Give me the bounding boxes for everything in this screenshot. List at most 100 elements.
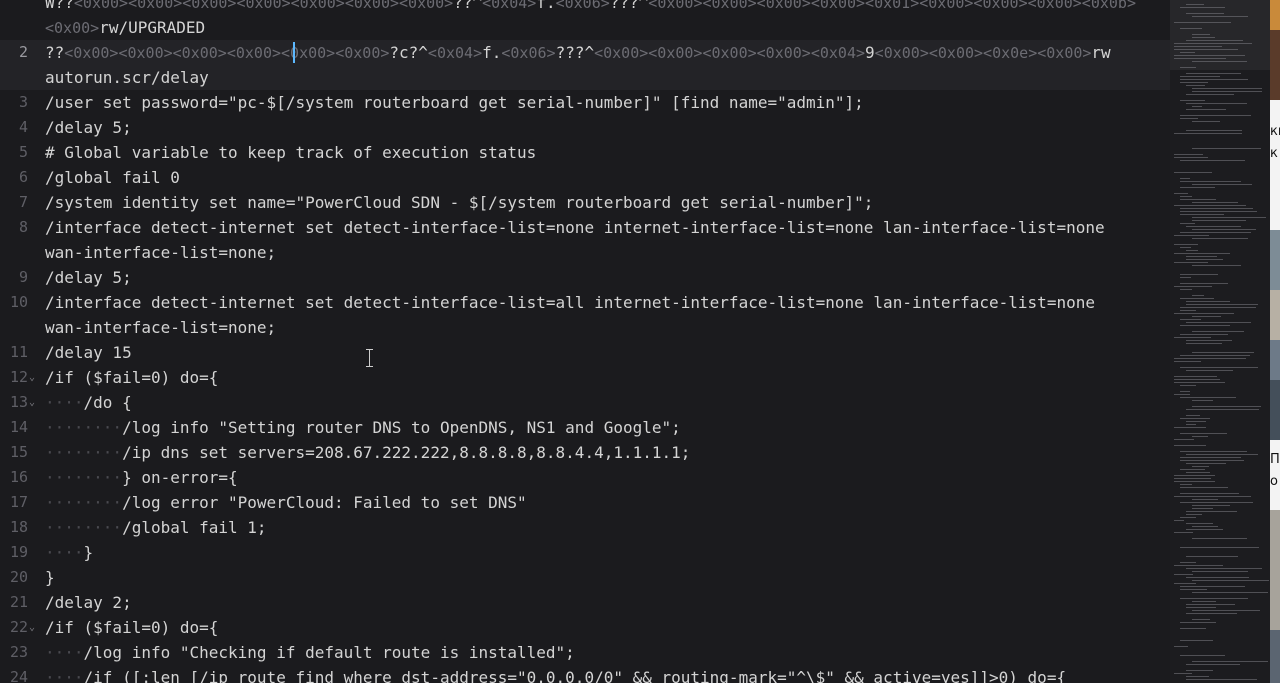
line-code[interactable]: /delay 5; bbox=[45, 265, 132, 290]
line-code[interactable]: /interface detect-internet set detect-in… bbox=[45, 215, 1105, 240]
control-char: <0x00> bbox=[928, 44, 984, 62]
line-code[interactable]: ····} bbox=[45, 540, 93, 565]
code-line[interactable]: 4/delay 5; bbox=[0, 115, 1170, 140]
strip-text: о bbox=[1270, 472, 1280, 492]
minimap-line bbox=[1180, 397, 1236, 398]
line-code[interactable]: wan-interface-list=none; bbox=[45, 240, 276, 265]
minimap-line bbox=[1174, 439, 1194, 440]
minimap-line bbox=[1180, 334, 1228, 335]
code-line[interactable]: wan-interface-list=none; bbox=[0, 315, 1170, 340]
code-line[interactable]: 7/system identity set name="PowerCloud S… bbox=[0, 190, 1170, 215]
line-code[interactable]: wan-interface-list=none; bbox=[45, 315, 276, 340]
code-line[interactable]: 12 ⌄ /if ($fail=0) do={ bbox=[0, 365, 1170, 390]
line-code[interactable]: ········/global fail 1; bbox=[45, 515, 267, 540]
line-code[interactable]: /delay 15 bbox=[45, 340, 132, 365]
control-char: <0x04> bbox=[810, 44, 866, 62]
minimap-line bbox=[1186, 130, 1242, 131]
minimap-line bbox=[1180, 622, 1216, 623]
line-code[interactable]: ····/log info "Checking if default route… bbox=[45, 640, 575, 665]
minimap-line bbox=[1180, 7, 1225, 8]
line-code[interactable]: ········/log info "Setting router DNS to… bbox=[45, 415, 681, 440]
code-line[interactable]: W??<0x00><0x00><0x00><0x00><0x00><0x00><… bbox=[0, 0, 1170, 15]
code-line[interactable]: 11/delay 15 bbox=[0, 340, 1170, 365]
line-number: 5 bbox=[18, 143, 28, 161]
code-line[interactable]: 16 ········} on-error={ bbox=[0, 465, 1170, 490]
minimap-line bbox=[1192, 400, 1213, 401]
code-line[interactable]: 20} bbox=[0, 565, 1170, 590]
minimap-line bbox=[1192, 61, 1247, 62]
minimap-line bbox=[1174, 43, 1252, 44]
line-code[interactable]: ····/if ([:len [/ip route find where dst… bbox=[45, 665, 1066, 683]
line-code[interactable]: /user set password="pc-$[/system routerb… bbox=[45, 90, 864, 115]
line-code[interactable]: <0x00>rw/UPGRADED bbox=[45, 15, 205, 41]
code-line[interactable]: 23 ····/log info "Checking if default rou… bbox=[0, 640, 1170, 665]
minimap-line bbox=[1174, 205, 1246, 206]
code-line[interactable]: 9/delay 5; bbox=[0, 265, 1170, 290]
code-text: ?? bbox=[45, 43, 65, 62]
code-line[interactable]: 2 ??<0x00><0x00><0x00><0x00><0x00><0x00>?… bbox=[0, 40, 1170, 65]
line-code[interactable]: /interface detect-internet set detect-in… bbox=[45, 290, 1095, 315]
line-code[interactable]: /delay 5; bbox=[45, 115, 132, 140]
minimap-line bbox=[1186, 304, 1258, 305]
code-editor[interactable]: W??<0x00><0x00><0x00><0x00><0x00><0x00><… bbox=[0, 0, 1170, 683]
line-code[interactable]: W??<0x00><0x00><0x00><0x00><0x00><0x00><… bbox=[45, 0, 1136, 16]
minimap-line bbox=[1180, 433, 1227, 434]
code-text: } bbox=[83, 543, 94, 562]
line-code[interactable]: /global fail 0 bbox=[45, 165, 180, 190]
whitespace-marker: ···· bbox=[45, 643, 84, 662]
line-code[interactable]: autorun.scr/delay bbox=[45, 65, 209, 90]
line-code[interactable]: # Global variable to keep track of execu… bbox=[45, 140, 536, 165]
code-line[interactable]: 19 ····} bbox=[0, 540, 1170, 565]
line-code[interactable]: ····/do { bbox=[45, 390, 132, 415]
whitespace-marker: ········ bbox=[45, 493, 123, 512]
code-line[interactable]: 15 ········/ip dns set servers=208.67.222… bbox=[0, 440, 1170, 465]
background-window-strip: ки к Пр о bbox=[1270, 0, 1280, 683]
line-code[interactable]: } bbox=[45, 565, 55, 590]
code-line[interactable]: <0x00>rw/UPGRADED bbox=[0, 15, 1170, 40]
code-line[interactable]: 17 ········/log error "PowerCloud: Failed… bbox=[0, 490, 1170, 515]
minimap-line bbox=[1174, 520, 1184, 521]
fold-chevron-icon[interactable]: ⌄ bbox=[29, 390, 35, 415]
fold-chevron-icon[interactable]: ⌄ bbox=[29, 615, 35, 640]
line-code[interactable]: ········/log error "PowerCloud: Failed t… bbox=[45, 490, 527, 515]
control-char: <0x00> bbox=[226, 44, 282, 62]
code-line[interactable]: 24 ····/if ([:len [/ip route find where d… bbox=[0, 665, 1170, 683]
code-text: autorun.scr/delay bbox=[45, 68, 209, 87]
code-line[interactable]: 14 ········/log info "Setting router DNS … bbox=[0, 415, 1170, 440]
line-code[interactable]: /system identity set name="PowerCloud SD… bbox=[45, 190, 873, 215]
minimap-line bbox=[1192, 436, 1208, 437]
code-line[interactable]: 8/interface detect-internet set detect-i… bbox=[0, 215, 1170, 240]
code-text: f. bbox=[536, 0, 556, 12]
code-line[interactable]: 13 ⌄ ····/do { bbox=[0, 390, 1170, 415]
code-text: wan-interface-list=none; bbox=[45, 243, 277, 262]
minimap-line bbox=[1192, 526, 1218, 527]
code-text: ???^ bbox=[555, 43, 595, 62]
code-line[interactable]: 10/interface detect-internet set detect-… bbox=[0, 290, 1170, 315]
line-code[interactable]: ??<0x00><0x00><0x00><0x00><0x00><0x00>?c… bbox=[45, 40, 1111, 66]
minimap-line bbox=[1180, 160, 1245, 161]
code-line[interactable]: 6/global fail 0 bbox=[0, 165, 1170, 190]
control-char: <0x00> bbox=[919, 0, 974, 12]
line-code[interactable]: /if ($fail=0) do={ bbox=[45, 365, 218, 390]
line-code[interactable]: ········} on-error={ bbox=[45, 465, 238, 490]
minimap[interactable] bbox=[1170, 0, 1270, 683]
minimap-line bbox=[1186, 568, 1262, 569]
editor-lines[interactable]: W??<0x00><0x00><0x00><0x00><0x00><0x00><… bbox=[0, 0, 1170, 683]
line-number: 21 bbox=[9, 593, 28, 611]
minimap-line bbox=[1174, 358, 1246, 359]
minimap-line bbox=[1192, 592, 1268, 593]
minimap-viewport-slider[interactable] bbox=[1170, 0, 1270, 70]
line-code[interactable]: ········/ip dns set servers=208.67.222.2… bbox=[45, 440, 690, 465]
code-line[interactable]: 18 ········/global fail 1; bbox=[0, 515, 1170, 540]
minimap-line bbox=[1180, 211, 1257, 212]
code-line[interactable]: wan-interface-list=none; bbox=[0, 240, 1170, 265]
code-text: # Global variable to keep track of execu… bbox=[45, 143, 537, 162]
line-code[interactable]: /if ($fail=0) do={ bbox=[45, 615, 218, 640]
code-line[interactable]: autorun.scr/delay bbox=[0, 65, 1170, 90]
code-line[interactable]: 22 ⌄ /if ($fail=0) do={ bbox=[0, 615, 1170, 640]
line-code[interactable]: /delay 2; bbox=[45, 590, 132, 615]
code-line[interactable]: 21/delay 2; bbox=[0, 590, 1170, 615]
code-line[interactable]: 3/user set password="pc-$[/system router… bbox=[0, 90, 1170, 115]
code-line[interactable]: 5 # Global variable to keep track of exec… bbox=[0, 140, 1170, 165]
fold-chevron-icon[interactable]: ⌄ bbox=[29, 365, 35, 390]
